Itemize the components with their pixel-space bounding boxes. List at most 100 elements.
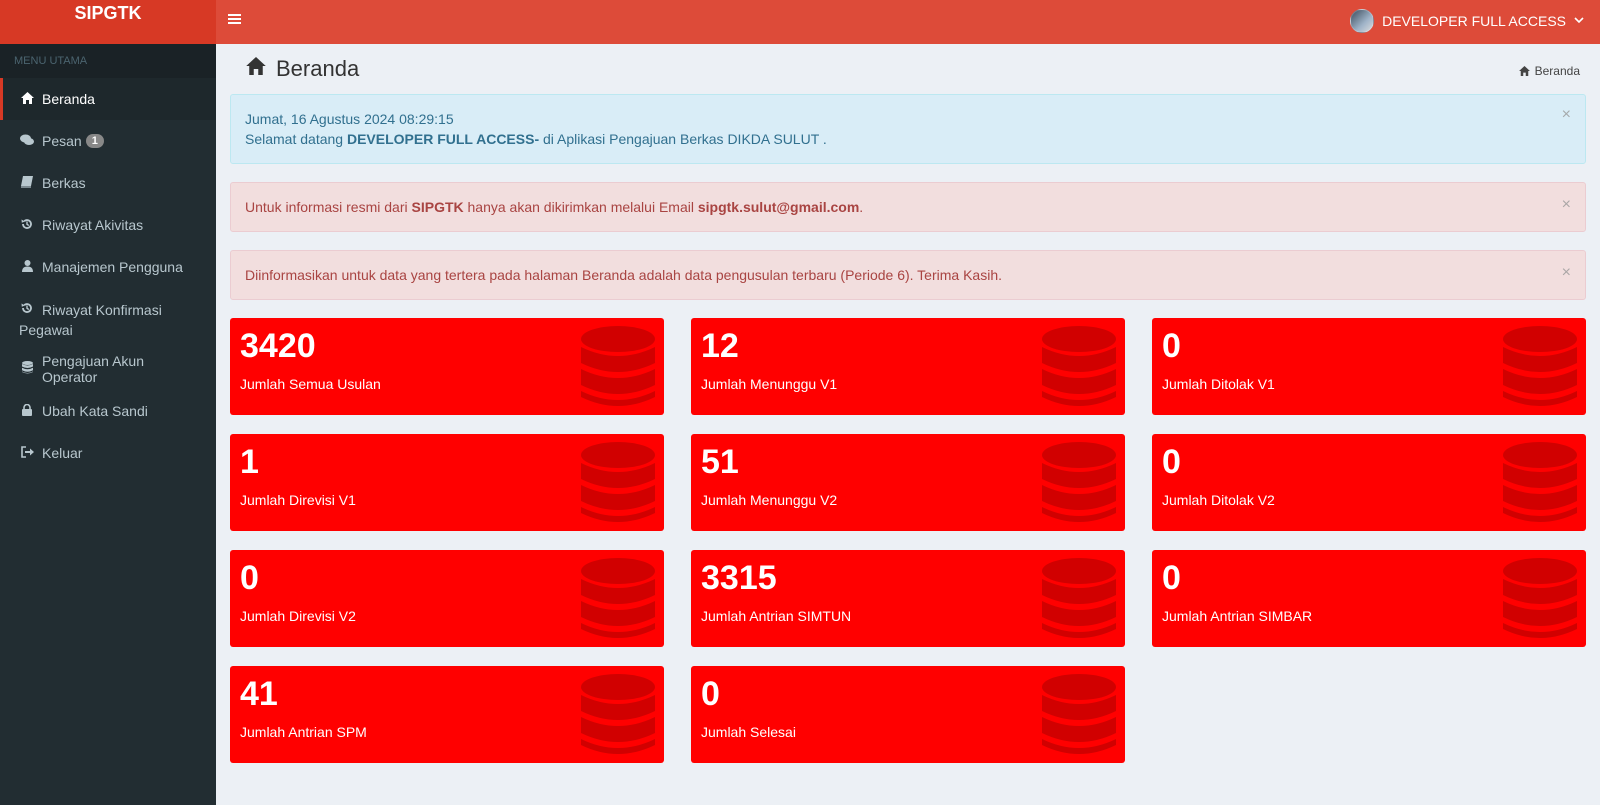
stat-label: Jumlah Menunggu V2 [701, 492, 838, 508]
stat-box[interactable]: 0 Jumlah Ditolak V1 [1152, 318, 1586, 415]
notice-alert: Diinformasikan untuk data yang tertera p… [230, 250, 1586, 300]
close-icon[interactable]: × [1562, 107, 1571, 123]
breadcrumb[interactable]: Beranda [1518, 64, 1580, 78]
stat-box[interactable]: 0 Jumlah Direvisi V2 [230, 550, 664, 647]
sidebar-item-label: Pesan [42, 133, 82, 149]
stat-value: 3420 [240, 327, 316, 365]
greeting-user: DEVELOPER FULL ACCESS- [346, 131, 540, 147]
database-icon [19, 361, 35, 377]
sidebar-item-pengajuan-akun-operator[interactable]: Pengajuan Akun Operator [0, 348, 216, 390]
user-menu[interactable]: DEVELOPER FULL ACCESS [1350, 9, 1584, 33]
sidebar-item-label: Ubah Kata Sandi [42, 403, 148, 419]
stat-box[interactable]: 3420 Jumlah Semua Usulan [230, 318, 664, 415]
stat-box[interactable]: 0 Jumlah Selesai [691, 666, 1125, 763]
main-content: Beranda Beranda Jumat, 16 Agustus 2024 0… [216, 44, 1600, 805]
stat-label: Jumlah Ditolak V1 [1162, 376, 1275, 392]
notice-alert-text: Diinformasikan untuk data yang tertera p… [245, 267, 1002, 283]
stat-label: Jumlah Antrian SPM [240, 724, 367, 740]
menu-header: MENU UTAMA [0, 44, 216, 78]
email-alert-prefix: Untuk informasi resmi dari [245, 199, 412, 215]
sidebar-item-pesan[interactable]: Pesan 1 [0, 120, 216, 162]
stat-value: 51 [701, 443, 739, 481]
email-alert-address: sipgtk.sulut@gmail.com [697, 199, 860, 215]
stat-value: 3315 [701, 559, 777, 597]
breadcrumb-label: Beranda [1534, 64, 1580, 78]
sidebar-item-riwayat-akivitas[interactable]: Riwayat Akivitas [0, 204, 216, 246]
top-navbar: DEVELOPER FULL ACCESS [216, 0, 1600, 44]
stat-label: Jumlah Antrian SIMTUN [701, 608, 852, 624]
sidebar-item-label: Manajemen Pengguna [42, 259, 183, 275]
database-icon [580, 325, 656, 414]
user-name: DEVELOPER FULL ACCESS [1382, 13, 1566, 29]
sidebar-item-beranda[interactable]: Beranda [0, 78, 216, 120]
stat-value: 0 [240, 559, 259, 597]
database-icon [580, 673, 656, 762]
email-alert-app: SIPGTK [411, 199, 464, 215]
email-alert: Untuk informasi resmi dari SIPGTK hanya … [230, 182, 1586, 232]
database-icon [580, 557, 656, 646]
stat-value: 41 [240, 675, 278, 713]
stat-box[interactable]: 41 Jumlah Antrian SPM [230, 666, 664, 763]
stat-label: Jumlah Selesai [701, 724, 796, 740]
user-icon [19, 259, 35, 275]
database-icon [1502, 557, 1578, 646]
greeting-suffix: di Aplikasi Pengajuan Berkas DIKDA SULUT… [539, 131, 827, 147]
stat-label: Jumlah Menunggu V1 [701, 376, 838, 392]
sidebar-item-manajemen-pengguna[interactable]: Manajemen Pengguna [0, 246, 216, 288]
stat-value: 0 [1162, 443, 1181, 481]
database-icon [1502, 441, 1578, 530]
stat-value: 1 [240, 443, 259, 481]
message-count-badge: 1 [85, 134, 104, 148]
stat-box[interactable]: 3315 Jumlah Antrian SIMTUN [691, 550, 1125, 647]
stat-label: Jumlah Direvisi V1 [240, 492, 356, 508]
database-icon [1041, 325, 1117, 414]
database-icon [1041, 441, 1117, 530]
content-header: Beranda Beranda [230, 44, 1586, 94]
page-title-text: Beranda [276, 56, 360, 81]
sidebar-item-label: Beranda [42, 91, 95, 107]
sidebar-item-label: Riwayat Akivitas [42, 217, 144, 233]
bars-icon[interactable] [228, 12, 241, 30]
database-icon [580, 441, 656, 530]
close-icon[interactable]: × [1562, 197, 1571, 213]
close-icon[interactable]: × [1562, 265, 1571, 281]
sidebar-item-ubah-kata-sandi[interactable]: Ubah Kata Sandi [0, 390, 216, 432]
sidebar-item-riwayat-konfirmasi-pegawai[interactable]: Riwayat Konfirmasi Pegawai [0, 288, 216, 348]
home-icon [19, 91, 35, 107]
sidebar-item-label: Berkas [42, 175, 86, 191]
comments-icon [19, 134, 35, 149]
database-icon [1041, 673, 1117, 762]
stat-box[interactable]: 0 Jumlah Antrian SIMBAR [1152, 550, 1586, 647]
stat-value: 12 [701, 327, 739, 365]
stat-box[interactable]: 1 Jumlah Direvisi V1 [230, 434, 664, 531]
sidebar: SIPGTK MENU UTAMA Beranda Pesan 1 Berkas… [0, 0, 216, 805]
stat-box[interactable]: 12 Jumlah Menunggu V1 [691, 318, 1125, 415]
sign-out-icon [19, 445, 35, 461]
sidebar-item-berkas[interactable]: Berkas [0, 162, 216, 204]
home-icon [246, 57, 266, 81]
database-icon [1041, 557, 1117, 646]
stat-value: 0 [701, 675, 720, 713]
page-title: Beranda [246, 56, 359, 82]
app-logo[interactable]: SIPGTK [0, 0, 216, 44]
sidebar-item-keluar[interactable]: Keluar [0, 432, 216, 474]
database-icon [1502, 325, 1578, 414]
stat-label: Jumlah Antrian SIMBAR [1162, 608, 1313, 624]
stat-box[interactable]: 0 Jumlah Ditolak V2 [1152, 434, 1586, 531]
alert-datetime: Jumat, 16 Agustus 2024 08:29:15 [245, 111, 454, 127]
stat-value: 0 [1162, 559, 1181, 597]
sidebar-item-label: Pengajuan Akun Operator [42, 353, 144, 385]
stat-label: Jumlah Ditolak V2 [1162, 492, 1275, 508]
book-icon [19, 175, 35, 191]
lock-icon [19, 403, 35, 419]
stat-box[interactable]: 51 Jumlah Menunggu V2 [691, 434, 1125, 531]
avatar [1350, 9, 1375, 33]
email-alert-middle: hanya akan dikirimkan melalui Email [463, 199, 698, 215]
chevron-down-icon [1574, 16, 1584, 27]
history-icon [19, 218, 35, 233]
stat-label: Jumlah Semua Usulan [240, 376, 381, 392]
email-alert-suffix: . [859, 199, 864, 215]
greeting-prefix: Selamat datang [245, 131, 347, 147]
stat-value: 0 [1162, 327, 1181, 365]
sidebar-item-label: Keluar [42, 445, 83, 461]
